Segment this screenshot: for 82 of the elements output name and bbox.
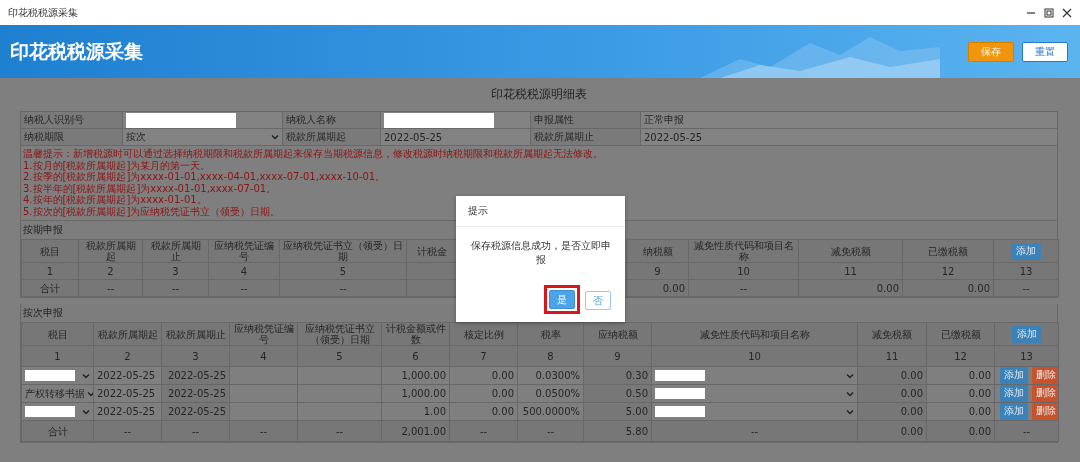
select-field[interactable] [651, 384, 858, 403]
column-header: 应纳税凭证编号 [208, 239, 280, 263]
column-header: 计税金 [406, 239, 458, 263]
column-header: 应纳税凭证书立（领受）日期 [297, 322, 382, 346]
dialog-title: 提示 [456, 196, 625, 227]
table-cell: 2022-05-25 [93, 402, 162, 421]
table-cell: 1,000.00 [381, 384, 450, 403]
window-title: 印花税税源采集 [8, 5, 78, 20]
select-field[interactable] [651, 366, 858, 385]
column-header: 应纳税凭证书立（领受）日期 [279, 239, 407, 263]
table-cell: 1,000.00 [381, 366, 450, 385]
column-header: 核定比例 [449, 322, 518, 346]
close-icon[interactable] [1062, 7, 1072, 18]
table-cell: 0.00 [926, 384, 995, 403]
dropdown-caret-icon [846, 408, 854, 415]
app-title: 印花税税源采集 [10, 38, 143, 64]
dropdown-caret-icon [87, 390, 93, 397]
table-cell: 1.00 [381, 402, 450, 421]
table-cell: 2022-05-25 [93, 384, 162, 403]
add-button[interactable]: 添加 [1011, 242, 1041, 260]
column-header: 纳税额 [626, 239, 689, 263]
select-field[interactable]: 产权转移书据 [21, 384, 94, 403]
column-number: 10 [651, 345, 858, 367]
table-cell: 0.00 [449, 366, 518, 385]
table-cell: 2022-05-25 [93, 366, 162, 385]
column-header: 税率 [517, 322, 584, 346]
delete-button[interactable]: 删除 [1032, 367, 1058, 384]
column-header: 税目 [21, 239, 79, 263]
delete-button[interactable]: 删除 [1032, 385, 1058, 402]
delete-button[interactable]: 删除 [1032, 403, 1058, 420]
notice-text: 5.按次的[税款所属期起]为应纳税凭证书立（领受）日期。 [23, 205, 281, 217]
column-header: 计税金额或件数 [381, 322, 450, 346]
select-field[interactable] [21, 366, 94, 385]
dropdown-caret-icon [846, 390, 854, 397]
table-cell: 0.00 [926, 402, 995, 421]
add-button[interactable]: 添加 [1000, 385, 1028, 402]
dropdown-caret-icon [82, 372, 90, 379]
notice-text: 4.按年的[税款所属期起]为xxxx-01-01。 [23, 194, 207, 206]
notice-text: 3.按半年的[税款所属期起]为xxxx-01-01,xxxx-07-01。 [23, 182, 277, 194]
column-header: 减免税额 [857, 322, 927, 346]
table-cell: 0.0300% [517, 366, 584, 385]
select-field[interactable] [651, 402, 858, 421]
table-cell: 0.00 [449, 402, 518, 421]
total-label: 合计 [21, 420, 94, 442]
total-cell: -- [651, 420, 858, 442]
save-button[interactable]: 保存 [968, 41, 1014, 62]
notice-text: 温馨提示：新增税源时可以通过选择纳税期限和税款所属期起来保存当期税源信息，修改税源时纳税期限和税款所属期起无法修改。 [23, 148, 603, 160]
column-header: 应纳税凭证编号 [229, 322, 298, 346]
page-title: 印花税税源明细表 [489, 86, 588, 103]
table-cell: 0.0500% [517, 384, 584, 403]
no-button[interactable]: 否 [585, 291, 611, 311]
column-header: 税款所属期止 [161, 322, 230, 346]
notice-text: 2.按季的[税款所属期起]为xxxx-01-01,xxxx-04-01,xxxx-07-01,xxxx-10-01。 [23, 171, 386, 183]
column-header: 税目 [21, 322, 94, 346]
form-label: 纳税人识别号 [20, 111, 123, 129]
column-header: 税款所属期起 [78, 239, 143, 263]
dropdown-caret-icon [82, 408, 90, 415]
add-button[interactable]: 添加 [1011, 325, 1042, 343]
add-button[interactable]: 添加 [1000, 367, 1028, 384]
dropdown-caret-icon [846, 372, 854, 379]
select-field[interactable] [21, 402, 94, 421]
column-header: 减免性质代码和项目名称 [688, 239, 799, 263]
dropdown-caret-icon [271, 134, 279, 140]
form-value: 正常申报 [640, 111, 1058, 129]
table-cell: 0.00 [926, 366, 995, 385]
column-header: 已缴税额 [902, 239, 994, 263]
table-cell: 0.00 [449, 384, 518, 403]
form-label: 申报属性 [530, 111, 641, 129]
table-cell: 500.0000% [517, 402, 584, 421]
add-button[interactable]: 添加 [1000, 403, 1028, 420]
dialog-message: 保存税源信息成功，是否立即申报 [469, 239, 612, 267]
column-header: 税款所属期止 [142, 239, 209, 263]
form-label: 纳税人名称 [282, 111, 381, 129]
yes-button[interactable]: 是 [549, 290, 575, 309]
maximize-icon[interactable] [1044, 7, 1054, 18]
column-header: 减免性质代码和项目名称 [651, 322, 858, 346]
column-header: 减免税额 [798, 239, 903, 263]
reset-button[interactable]: 重置 [1022, 41, 1068, 62]
column-header: 已缴税额 [926, 322, 995, 346]
column-number: 1 [21, 345, 94, 367]
column-header: 税款所属期起 [93, 322, 162, 346]
column-header: 应纳税额 [583, 322, 652, 346]
